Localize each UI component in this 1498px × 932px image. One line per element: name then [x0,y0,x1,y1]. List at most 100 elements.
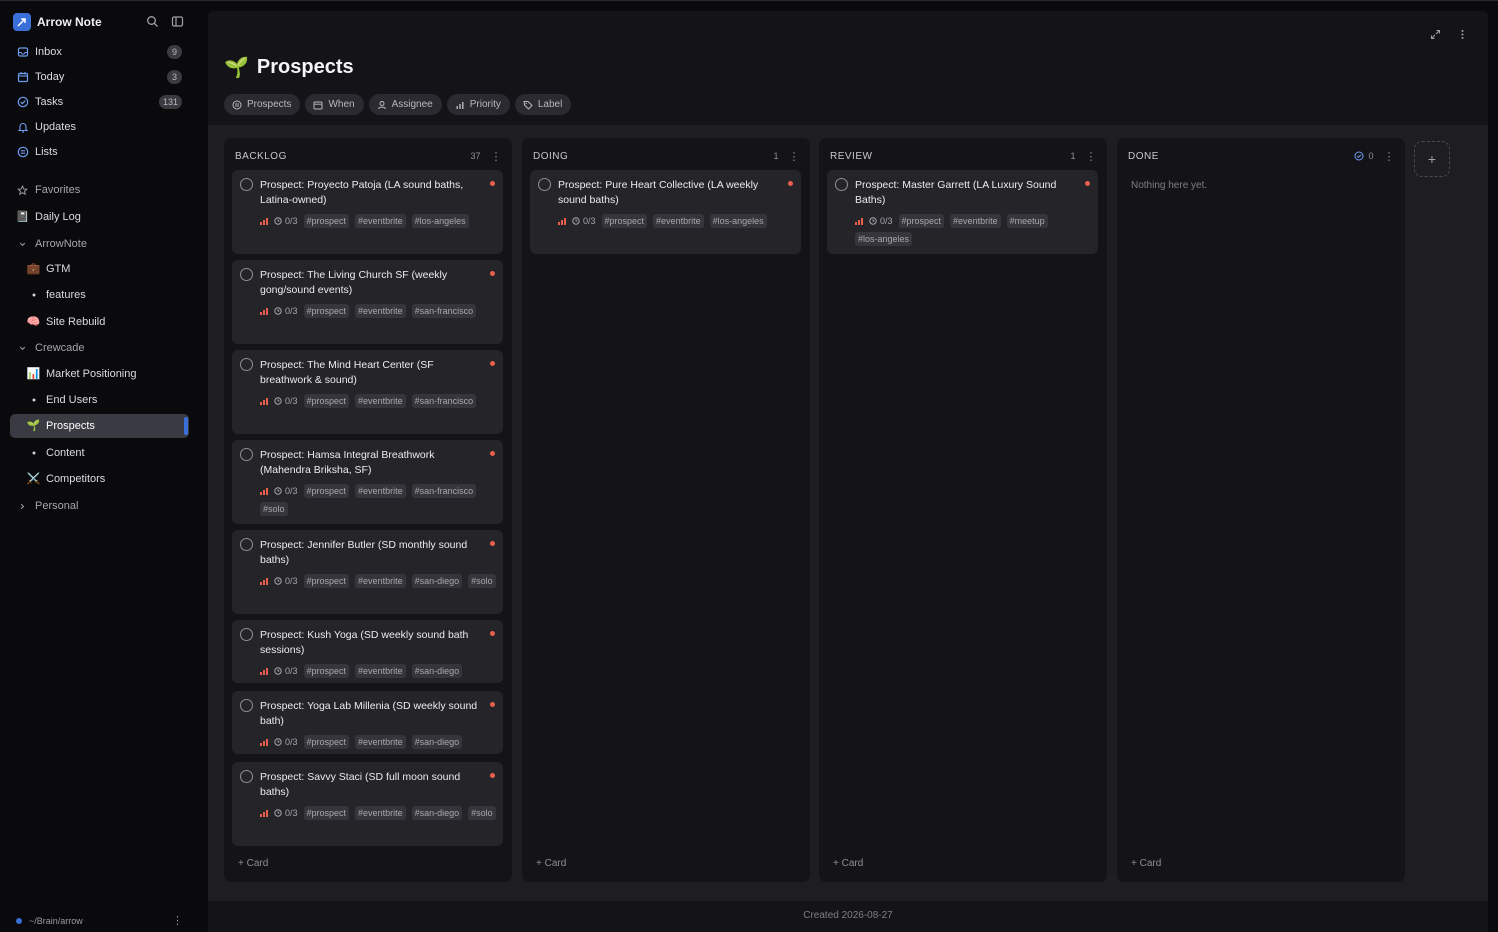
more-vertical-icon[interactable]: ⋮ [172,914,183,927]
tag-chip[interactable]: #san-diego [411,574,463,588]
tag-chip[interactable]: #prospect [303,574,350,588]
task-card[interactable]: Prospect: The Mind Heart Center (SF brea… [232,350,503,434]
add-card-button[interactable]: + Card [238,858,268,869]
tag-chip[interactable]: #prospect [303,664,350,678]
section-favorites[interactable]: Favorites [10,178,189,202]
vault-path[interactable]: ~/Brain/arrow [16,916,83,926]
tree-item-daily-log[interactable]: 📓 Daily Log [10,205,189,229]
chevron-down-icon[interactable] [16,238,29,251]
filter-priority[interactable]: Priority [446,94,510,115]
checkbox-circle[interactable] [240,358,253,371]
task-card[interactable]: Prospect: Pure Heart Collective (LA week… [530,170,801,254]
tree-item-prospects[interactable]: 🌱 Prospects [10,414,189,438]
more-vertical-icon[interactable] [1457,29,1468,40]
seedling-icon: 🌱 [26,419,41,432]
task-card[interactable]: Prospect: Hamsa Integral Breathwork (Mah… [232,440,503,524]
add-column-button[interactable]: + [1414,141,1450,177]
task-card[interactable]: Prospect: Jennifer Butler (SD monthly so… [232,530,503,614]
tag-chip[interactable]: #eventbrite [653,214,704,228]
nav-item-today[interactable]: Today 3 [10,65,189,89]
tag-chip[interactable]: #san-francisco [411,394,477,408]
tag-chip[interactable]: #prospect [303,806,350,820]
tree-item-features[interactable]: features [10,283,189,307]
expand-icon[interactable] [1430,29,1441,40]
tag-chip[interactable]: #prospect [303,214,350,228]
tag-chip[interactable]: #eventbrite [355,574,406,588]
task-card[interactable]: Prospect: The Living Church SF (weekly g… [232,260,503,344]
task-card[interactable]: Prospect: Kush Yoga (SD weekly sound bat… [232,620,503,683]
tag-chip[interactable]: #los-angeles [709,214,767,228]
tree-group-crewcade[interactable]: Crewcade [10,336,189,360]
brand[interactable]: Arrow Note [13,13,102,31]
checkbox-circle[interactable] [835,178,848,191]
tag-chip[interactable]: #eventbrite [355,214,406,228]
more-vertical-icon[interactable]: ⋮ [491,150,503,163]
task-card[interactable]: Prospect: Savvy Staci (SD full moon soun… [232,762,503,846]
tag-chip[interactable]: #eventbrite [355,735,406,749]
tag-chip[interactable]: #eventbrite [950,214,1001,228]
board-icon [232,100,242,109]
tag-chip[interactable]: #los-angeles [855,232,913,246]
sidebar-toggle-icon[interactable] [171,15,184,28]
subtask-progress: 0/3 [274,396,298,406]
tag-chip[interactable]: #eventbrite [355,484,406,498]
add-card-button[interactable]: + Card [1131,858,1161,869]
nav-item-inbox[interactable]: Inbox 9 [10,40,189,64]
tree-item-market-positioning[interactable]: 📊 Market Positioning [10,362,189,386]
checkbox-circle[interactable] [240,699,253,712]
more-vertical-icon[interactable]: ⋮ [789,150,801,163]
add-card-button[interactable]: + Card [536,858,566,869]
tag-chip[interactable]: #eventbrite [355,394,406,408]
tree-item-end-users[interactable]: End Users [10,388,189,412]
tag-chip[interactable]: #prospect [601,214,648,228]
tag-chip[interactable]: #san-diego [411,664,463,678]
tag-chip[interactable]: #prospect [898,214,945,228]
filter-prospects[interactable]: Prospects [224,94,301,115]
nav-item-lists[interactable]: Lists [10,140,189,164]
checkbox-circle[interactable] [240,770,253,783]
tag-chip[interactable]: #eventbrite [355,806,406,820]
task-card[interactable]: Prospect: Yoga Lab Millenia (SD weekly s… [232,691,503,754]
tag-chip[interactable]: #eventbrite [355,304,406,318]
more-vertical-icon[interactable]: ⋮ [1086,150,1098,163]
add-card-button[interactable]: + Card [833,858,863,869]
checkbox-circle[interactable] [240,628,253,641]
tag-chip[interactable]: #prospect [303,394,350,408]
more-vertical-icon[interactable]: ⋮ [1384,150,1396,163]
checkbox-circle[interactable] [240,448,253,461]
tag-chip[interactable]: #san-francisco [411,484,477,498]
checkbox-circle[interactable] [240,538,253,551]
tree-item-competitors[interactable]: ⚔️ Competitors [10,467,189,491]
filter-assignee[interactable]: Assignee [368,94,442,115]
task-card[interactable]: Prospect: Master Garrett (LA Luxury Soun… [827,170,1098,254]
chevron-right-icon[interactable] [16,500,29,513]
tree-group-arrownote[interactable]: ArrowNote [10,232,189,256]
tree-item-site-rebuild[interactable]: 🧠 Site Rebuild [10,310,189,334]
tag-chip[interactable]: #eventbrite [355,664,406,678]
tag-chip[interactable]: #solo [468,806,496,820]
subtask-count: 0/3 [880,216,893,226]
tag-chip[interactable]: #san-francisco [411,304,477,318]
tag-chip[interactable]: #prospect [303,484,350,498]
nav-item-tasks[interactable]: Tasks 131 [10,90,189,114]
task-card[interactable]: Prospect: Proyecto Patoja (LA sound bath… [232,170,503,254]
checkbox-circle[interactable] [240,178,253,191]
search-icon[interactable] [146,15,159,28]
tag-chip[interactable]: #prospect [303,304,350,318]
tag-chip[interactable]: #solo [260,502,288,516]
filter-when[interactable]: When [305,94,364,115]
nav-item-updates[interactable]: Updates [10,115,189,139]
tag-chip[interactable]: #san-diego [411,735,463,749]
tag-chip[interactable]: #los-angeles [411,214,469,228]
filter-label-chip[interactable]: Label [514,94,572,115]
tree-item-gtm[interactable]: 💼 GTM [10,257,189,281]
tag-chip[interactable]: #prospect [303,735,350,749]
checkbox-circle[interactable] [240,268,253,281]
tag-chip[interactable]: #meetup [1006,214,1048,228]
chevron-down-icon[interactable] [16,342,29,355]
tag-chip[interactable]: #san-diego [411,806,463,820]
tag-chip[interactable]: #solo [468,574,496,588]
checkbox-circle[interactable] [538,178,551,191]
tree-group-personal[interactable]: Personal [10,494,189,518]
tree-item-content[interactable]: Content [10,441,189,465]
